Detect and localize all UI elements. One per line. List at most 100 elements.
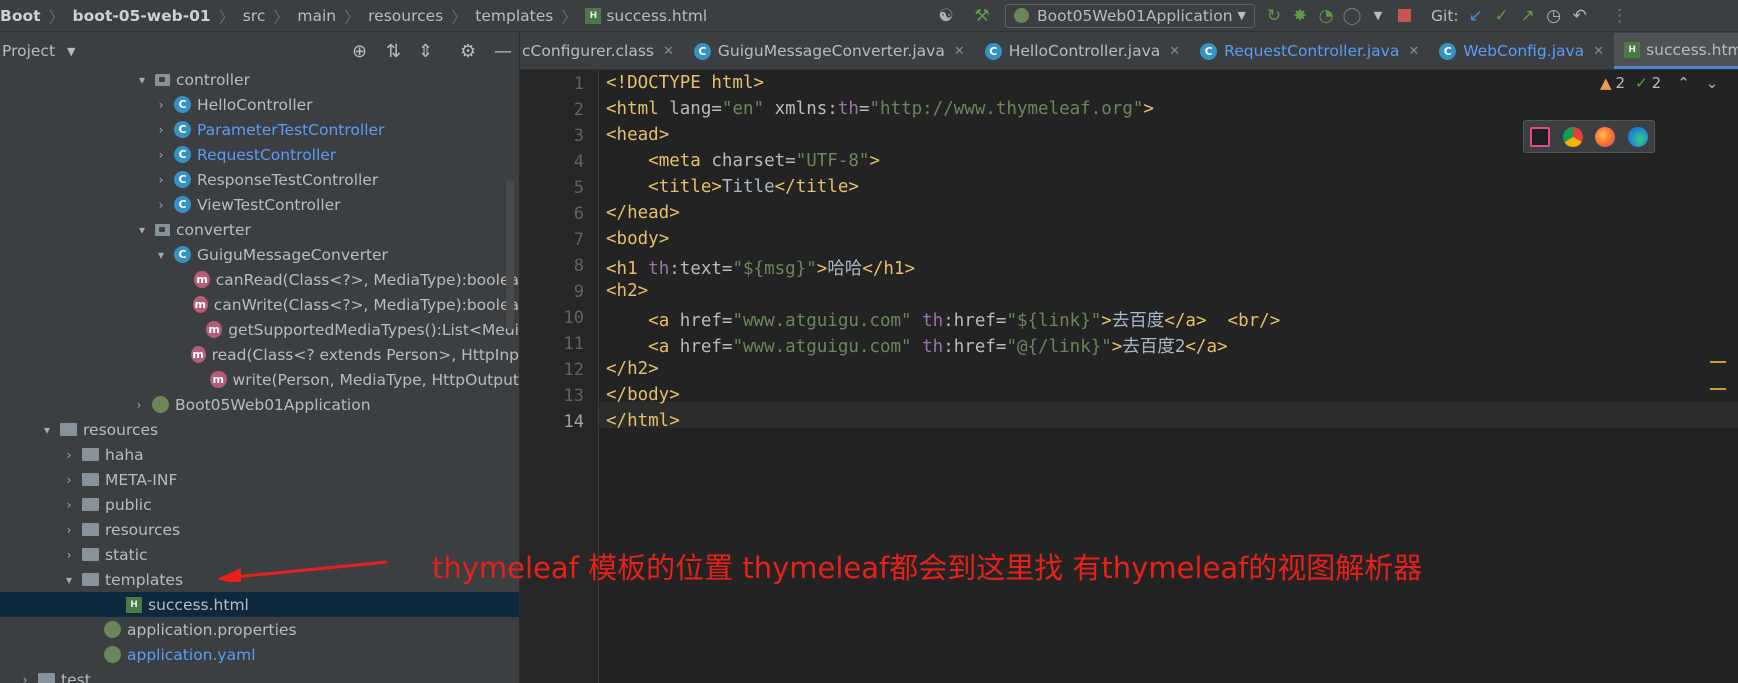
code-line[interactable]: <a href="www.atguigu.com" th:href="${lin… bbox=[606, 307, 1280, 332]
chevron-right-icon[interactable]: › bbox=[62, 498, 76, 512]
close-icon[interactable]: ✕ bbox=[663, 44, 674, 59]
collapse-all-icon[interactable]: ⇕ bbox=[418, 41, 433, 62]
code-line[interactable]: </body> bbox=[606, 385, 680, 405]
tree-item-getsupportedmediatypes-list-medi[interactable]: m getSupportedMediaTypes():List<Medi bbox=[0, 317, 519, 342]
tree-item-parametertestcontroller[interactable]: › C ParameterTestController bbox=[0, 117, 519, 142]
breadcrumb-item[interactable]: templates bbox=[475, 7, 553, 25]
chevron-right-icon[interactable]: › bbox=[62, 448, 76, 462]
code-line[interactable]: <h2> bbox=[606, 281, 648, 301]
chevron-right-icon[interactable]: › bbox=[154, 123, 168, 137]
tab-requestcontroller-java[interactable]: C RequestController.java ✕ bbox=[1190, 33, 1429, 69]
git-push-icon[interactable]: ↗ bbox=[1515, 3, 1541, 29]
breadcrumb-item[interactable]: success.html bbox=[606, 7, 707, 25]
close-icon[interactable]: ✕ bbox=[1169, 44, 1180, 59]
tree-item-public[interactable]: › public bbox=[0, 492, 519, 517]
code-line[interactable]: <!DOCTYPE html> bbox=[606, 73, 764, 93]
chevron-down-icon[interactable]: ▾ bbox=[135, 73, 149, 87]
locate-icon[interactable]: ⊕ bbox=[352, 41, 367, 62]
code-line[interactable]: <head> bbox=[606, 125, 669, 145]
tree-scrollbar[interactable] bbox=[506, 180, 514, 330]
user-icon[interactable]: ☯ bbox=[933, 3, 959, 29]
git-rollback-icon[interactable]: ↶ bbox=[1567, 3, 1593, 29]
tree-item-test[interactable]: › test bbox=[0, 667, 519, 683]
tree-item-haha[interactable]: › haha bbox=[0, 442, 519, 467]
code-editor[interactable]: 1 2 3 4 5 6 7 8 9 10 11 12 13 14 <!DOCTYPE html> <html… bbox=[520, 70, 1738, 683]
chevron-right-icon[interactable]: › bbox=[62, 548, 76, 562]
code-line[interactable]: <a href="www.atguigu.com" th:href="@{/li… bbox=[606, 333, 1227, 358]
breadcrumb-item[interactable]: boot-05-web-01 bbox=[73, 7, 211, 25]
chevron-right-icon[interactable]: › bbox=[62, 523, 76, 537]
rerun-icon[interactable]: ↻ bbox=[1261, 3, 1287, 29]
chevron-right-icon[interactable]: › bbox=[154, 173, 168, 187]
gear-icon[interactable]: ⚙ bbox=[460, 41, 476, 62]
chevron-right-icon[interactable]: › bbox=[132, 398, 146, 412]
coverage-icon[interactable]: ◔ bbox=[1313, 3, 1339, 29]
tree-item-converter[interactable]: ▾ converter bbox=[0, 217, 519, 242]
git-update-icon[interactable]: ↙ bbox=[1463, 3, 1489, 29]
code-line[interactable]: </h2> bbox=[606, 359, 659, 379]
code-line[interactable]: <h1 th:text="${msg}">哈哈</h1> bbox=[606, 255, 915, 280]
tab-webconfig-java[interactable]: C WebConfig.java ✕ bbox=[1429, 33, 1614, 69]
chevron-down-icon[interactable]: ▾ bbox=[135, 223, 149, 237]
breadcrumb-item[interactable]: resources bbox=[368, 7, 443, 25]
tree-item-write-person-mediatype-httpoutput[interactable]: m write(Person, MediaType, HttpOutput bbox=[0, 367, 519, 392]
chevron-right-icon[interactable]: › bbox=[18, 673, 32, 683]
intellij-browser-icon[interactable] bbox=[1530, 126, 1551, 147]
stop-icon[interactable] bbox=[1391, 3, 1417, 29]
tree-item-application-yaml[interactable]: application.yaml bbox=[0, 642, 519, 667]
run-configuration-select[interactable]: Boot05Web01Application ▼ bbox=[1005, 3, 1255, 28]
breadcrumb-item[interactable]: src bbox=[243, 7, 266, 25]
profiler-icon[interactable]: ◯ bbox=[1339, 3, 1365, 29]
chevron-right-icon[interactable]: › bbox=[62, 473, 76, 487]
project-panel-title[interactable]: Project bbox=[2, 42, 55, 60]
close-icon[interactable]: ✕ bbox=[1593, 44, 1604, 59]
tree-item-hellocontroller[interactable]: › C HelloController bbox=[0, 92, 519, 117]
chevron-right-icon[interactable]: › bbox=[154, 198, 168, 212]
git-history-icon[interactable]: ◷ bbox=[1541, 3, 1567, 29]
close-icon[interactable]: ✕ bbox=[1408, 44, 1419, 59]
git-commit-icon[interactable]: ✓ bbox=[1489, 3, 1515, 29]
code-line[interactable]: <body> bbox=[606, 229, 669, 249]
chevron-down-icon[interactable]: ⌄ bbox=[1706, 74, 1719, 92]
inspection-widget[interactable]: ▲ 2 ✓ 2 ⌃ ⌄ bbox=[1600, 74, 1718, 92]
tree-item-meta-inf[interactable]: › META-INF bbox=[0, 467, 519, 492]
tab-success-html[interactable]: Hsuccess.html✕ bbox=[1614, 33, 1738, 69]
code-line[interactable]: <title>Title</title> bbox=[606, 177, 859, 197]
tree-item-canread-class-mediatype-boolea[interactable]: m canRead(Class<?>, MediaType):boolea bbox=[0, 267, 519, 292]
code-line[interactable]: <meta charset="UTF-8"> bbox=[606, 151, 880, 171]
firefox-icon[interactable] bbox=[1595, 126, 1616, 147]
edge-icon[interactable] bbox=[1627, 126, 1648, 147]
warning-marker[interactable] bbox=[1710, 388, 1726, 390]
tab-guigumessageconverter-java[interactable]: C GuiguMessageConverter.java ✕ bbox=[684, 33, 975, 69]
tree-item-controller[interactable]: ▾ controller bbox=[0, 70, 519, 92]
chrome-icon[interactable] bbox=[1562, 126, 1583, 147]
tree-item-canwrite-class-mediatype-boolea[interactable]: m canWrite(Class<?>, MediaType):boolea bbox=[0, 292, 519, 317]
tree-item-resources[interactable]: ▾ resources bbox=[0, 417, 519, 442]
warning-marker[interactable] bbox=[1710, 361, 1726, 363]
debug-bug-icon[interactable]: ✸ bbox=[1287, 3, 1313, 29]
tree-item-viewtestcontroller[interactable]: › C ViewTestController bbox=[0, 192, 519, 217]
chevron-up-icon[interactable]: ⌃ bbox=[1677, 74, 1690, 92]
chevron-right-icon[interactable]: › bbox=[154, 98, 168, 112]
build-hammer-icon[interactable]: ⚒ bbox=[969, 3, 995, 29]
close-icon[interactable]: ✕ bbox=[954, 44, 965, 59]
tree-item-resources[interactable]: › resources bbox=[0, 517, 519, 542]
chevron-down-icon[interactable]: ▼ bbox=[1365, 3, 1391, 29]
tab-hellocontroller-java[interactable]: C HelloController.java ✕ bbox=[975, 33, 1190, 69]
tab-cconfigurer-class[interactable]: cConfigurer.class ✕ bbox=[520, 33, 684, 69]
chevron-down-icon[interactable]: ▼ bbox=[67, 45, 75, 58]
more-icon[interactable]: ⋮ bbox=[1607, 3, 1633, 29]
tree-item-guigumessageconverter[interactable]: ▾ C GuiguMessageConverter bbox=[0, 242, 519, 267]
tree-item-success-html[interactable]: Hsuccess.html bbox=[0, 592, 519, 617]
hide-icon[interactable]: — bbox=[494, 41, 512, 62]
chevron-down-icon[interactable]: ▾ bbox=[62, 573, 76, 587]
chevron-right-icon[interactable]: › bbox=[154, 148, 168, 162]
tree-item-application-properties[interactable]: application.properties bbox=[0, 617, 519, 642]
chevron-down-icon[interactable]: ▾ bbox=[40, 423, 54, 437]
expand-all-icon[interactable]: ⇅ bbox=[386, 41, 401, 62]
code-line[interactable]: <html lang="en" xmlns:th="http://www.thy… bbox=[606, 99, 1154, 119]
breadcrumb-item[interactable]: main bbox=[297, 7, 336, 25]
tree-item-read-class-extends-person-httpinp[interactable]: m read(Class<? extends Person>, HttpInp bbox=[0, 342, 519, 367]
tree-item-boot05web01application[interactable]: › Boot05Web01Application bbox=[0, 392, 519, 417]
code-line[interactable]: </head> bbox=[606, 203, 680, 223]
